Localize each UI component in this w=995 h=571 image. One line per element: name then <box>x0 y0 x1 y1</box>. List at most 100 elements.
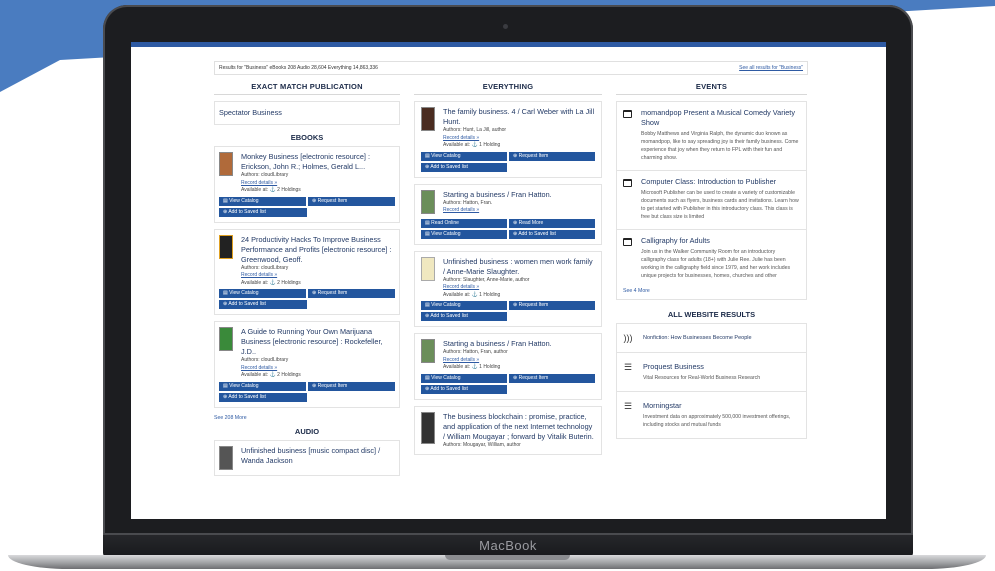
everything-card: The business blockchain : promise, pract… <box>414 405 602 455</box>
item-title[interactable]: Starting a business / Fran Hatton. <box>443 339 552 349</box>
ebook-title[interactable]: A Guide to Running Your Own Marijuana Bu… <box>241 327 395 357</box>
ebook-title[interactable]: Monkey Business [electronic resource] : … <box>241 152 395 172</box>
website-result-title[interactable]: Proquest Business <box>643 362 760 372</box>
website-result: ))) Nonfiction: How Businesses Become Pe… <box>617 324 806 353</box>
exact-match-heading: EXACT MATCH PUBLICATION <box>214 82 400 95</box>
book-cover[interactable] <box>219 234 233 259</box>
results-summary: Results for "Business" eBooks 208 Audio … <box>219 65 378 71</box>
item-title[interactable]: Starting a business / Fran Hatton. <box>443 190 552 200</box>
request-item-button[interactable]: ⊕ Request Item <box>509 151 595 161</box>
item-title[interactable]: Unfinished business : women men work fam… <box>443 257 595 277</box>
rss-icon: ))) <box>623 333 633 343</box>
record-details-link[interactable]: Record details » <box>241 180 395 188</box>
ebook-card: A Guide to Running Your Own Marijuana Bu… <box>214 321 400 408</box>
calendar-icon <box>623 110 632 118</box>
event-title[interactable]: momandpop Present a Musical Comedy Varie… <box>641 108 800 128</box>
event-description: Join us in the Walker Community Room for… <box>641 249 791 279</box>
book-cover[interactable] <box>219 152 233 176</box>
item-title[interactable]: The business blockchain : promise, pract… <box>443 412 595 442</box>
ebook-availability: Available at: ⚓ 2 Holdings <box>241 187 301 193</box>
add-to-saved-list-button[interactable]: ⊕ Add to Saved list <box>219 392 307 402</box>
camera-icon <box>503 24 508 29</box>
website-result-description: Investment data on approximately 500,000… <box>643 414 791 428</box>
item-availability: Available at: ⚓ 1 Holding <box>443 291 501 298</box>
add-to-saved-list-button[interactable]: ⊕ Add to Saved list <box>219 207 307 217</box>
add-to-saved-list-button[interactable]: ⊕ Add to Saved list <box>421 162 507 172</box>
request-item-button[interactable]: ⊕ Request Item <box>308 289 395 298</box>
website-result-title[interactable]: Morningstar <box>643 401 800 411</box>
see-more-ebooks-link[interactable]: See 208 More <box>214 415 400 421</box>
see-more-events-link[interactable]: See 4 More <box>617 288 806 299</box>
view-catalog-button[interactable]: ▤ View Catalog <box>219 289 306 298</box>
view-catalog-button[interactable]: ▤ View Catalog <box>421 151 507 161</box>
audio-title[interactable]: Unfinished business [music compact disc]… <box>241 446 395 470</box>
event-item: momandpop Present a Musical Comedy Varie… <box>617 102 806 171</box>
see-all-results-link[interactable]: See all results for "Business" <box>739 65 803 71</box>
record-details-link[interactable]: Record details » <box>443 284 595 292</box>
item-authors: Authors: Hatton, Fran, author <box>443 349 508 355</box>
record-details-link[interactable]: Record details » <box>241 365 395 373</box>
read-more-button[interactable]: ⊕ Read More <box>509 218 595 228</box>
exact-match-card[interactable]: Spectator Business <box>214 101 400 125</box>
book-cover[interactable] <box>421 256 435 281</box>
view-catalog-button[interactable]: ▤ View Catalog <box>421 373 507 383</box>
laptop-notch <box>445 555 570 560</box>
book-cover[interactable] <box>421 107 435 131</box>
screen: Results for "Business" eBooks 208 Audio … <box>131 42 886 519</box>
book-cover[interactable] <box>421 411 435 444</box>
website-results-heading: ALL WEBSITE RESULTS <box>667 310 756 319</box>
item-authors: Authors: Hunt, La Jill, author <box>443 127 507 133</box>
audio-card: Unfinished business [music compact disc]… <box>214 439 400 476</box>
event-title[interactable]: Computer Class: Introduction to Publishe… <box>641 177 800 187</box>
item-availability: Available at: ⚓ 1 Holding <box>443 142 501 148</box>
everything-heading: EVERYTHING <box>414 82 602 95</box>
event-item: Computer Class: Introduction to Publishe… <box>617 171 806 230</box>
event-item: Calligraphy for Adults Join us in the Wa… <box>617 230 806 288</box>
book-cover[interactable] <box>421 339 435 363</box>
website-result: ☰ Morningstar Investment data on approxi… <box>617 392 806 438</box>
record-details-link[interactable]: Record details » <box>443 207 552 215</box>
add-to-saved-list-button[interactable]: ⊕ Add to Saved list <box>219 300 307 309</box>
ebooks-heading: EBOOKS <box>290 133 324 142</box>
album-cover[interactable] <box>219 445 233 470</box>
view-catalog-button[interactable]: ▤ View Catalog <box>219 196 306 206</box>
item-authors: Authors: Hatton, Fran. <box>443 199 493 206</box>
item-authors: Authors: Mougayar, William, author <box>443 441 521 448</box>
view-catalog-button[interactable]: ▤ View Catalog <box>219 381 306 391</box>
item-availability: Available at: ⚓ 1 Holding <box>443 364 501 370</box>
add-to-saved-list-button[interactable]: ⊕ Add to Saved list <box>509 229 595 239</box>
everything-card: Starting a business / Fran Hatton. Autho… <box>414 183 602 245</box>
item-title[interactable]: The family business. 4 / Carl Weber with… <box>443 107 595 127</box>
website-result-title[interactable]: Nonfiction: How Businesses Become People <box>643 333 752 343</box>
everything-card: Starting a business / Fran Hatton. Autho… <box>414 333 602 400</box>
calendar-icon <box>623 238 632 246</box>
event-description: Microsoft Publisher can be used to creat… <box>641 190 799 220</box>
event-title[interactable]: Calligraphy for Adults <box>641 236 800 246</box>
database-icon: ☰ <box>623 401 633 411</box>
add-to-saved-list-button[interactable]: ⊕ Add to Saved list <box>421 312 507 321</box>
request-item-button[interactable]: ⊕ Request Item <box>509 301 595 310</box>
results-summary-bar: Results for "Business" eBooks 208 Audio … <box>214 61 808 75</box>
ebook-authors: Authors: cloudLibrary <box>241 357 289 363</box>
record-details-link[interactable]: Record details » <box>241 272 395 280</box>
request-item-button[interactable]: ⊕ Request Item <box>308 381 395 391</box>
read-online-button[interactable]: ▤ Read Online <box>421 218 507 228</box>
book-cover[interactable] <box>421 189 435 214</box>
ebook-authors: Authors: cloudLibrary <box>241 172 289 178</box>
request-item-button[interactable]: ⊕ Request Item <box>308 196 395 206</box>
book-cover[interactable] <box>219 327 233 351</box>
view-catalog-button[interactable]: ▤ View Catalog <box>421 301 507 310</box>
website-result-description: Vital Resources for Real-World Business … <box>643 375 761 381</box>
request-item-button[interactable]: ⊕ Request Item <box>509 373 595 383</box>
view-catalog-button[interactable]: ▤ View Catalog <box>421 229 507 239</box>
record-details-link[interactable]: Record details » <box>443 135 595 143</box>
item-authors: Authors: Slaughter, Anne-Marie, author <box>443 276 530 283</box>
events-list: momandpop Present a Musical Comedy Varie… <box>616 101 807 300</box>
exact-match-title[interactable]: Spectator Business <box>219 108 395 118</box>
add-to-saved-list-button[interactable]: ⊕ Add to Saved list <box>421 384 507 394</box>
ebook-card: 24 Productivity Hacks To Improve Busines… <box>214 228 400 315</box>
ebook-title[interactable]: 24 Productivity Hacks To Improve Busines… <box>241 235 395 265</box>
record-details-link[interactable]: Record details » <box>443 357 552 365</box>
ebook-authors: Authors: cloudLibrary <box>241 264 289 271</box>
laptop-chin: MacBook <box>103 535 913 557</box>
